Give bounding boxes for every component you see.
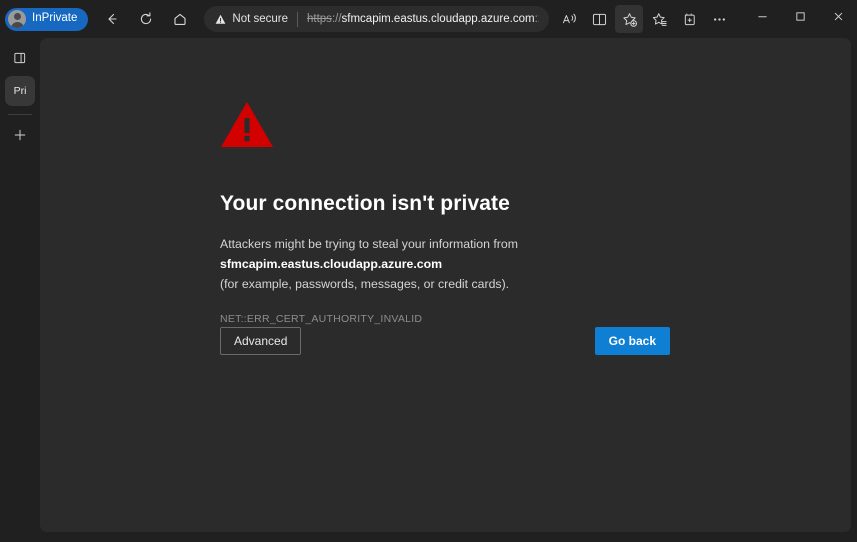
not-secure-indicator[interactable]: Not secure	[214, 13, 288, 26]
add-favorite-icon	[623, 12, 637, 27]
tab-actions-icon	[14, 52, 26, 64]
collections-button[interactable]	[675, 5, 703, 33]
refresh-button[interactable]	[131, 5, 161, 33]
url-separator: ://	[331, 13, 342, 25]
plus-icon	[14, 129, 26, 141]
browser-window: InPrivate Not secure https:// sfmcapim.…	[0, 0, 857, 542]
certificate-error-page: Your connection isn't private Attackers …	[40, 38, 851, 532]
settings-and-more-button[interactable]	[705, 5, 733, 33]
not-secure-label: Not secure	[232, 13, 288, 25]
maximize-button[interactable]	[781, 0, 819, 32]
back-button[interactable]	[97, 5, 127, 33]
error-description-suffix: (for example, passwords, messages, or cr…	[220, 276, 510, 291]
browser-toolbar-right	[555, 5, 733, 33]
read-aloud-icon	[562, 13, 576, 23]
window-controls	[743, 0, 857, 32]
collections-icon	[684, 13, 695, 25]
person-avatar-icon	[8, 10, 26, 28]
ellipsis-icon	[713, 17, 725, 21]
tab-strip-divider	[8, 114, 32, 115]
split-screen-button[interactable]	[585, 5, 613, 33]
navigation-buttons	[97, 5, 195, 33]
url-port: :19080	[534, 13, 540, 25]
home-button[interactable]	[165, 5, 195, 33]
favorites-button[interactable]	[645, 5, 673, 33]
inprivate-label: InPrivate	[32, 12, 78, 25]
error-description-prefix: Attackers might be trying to steal your …	[220, 237, 518, 251]
error-warning-triangle-icon	[220, 100, 690, 155]
close-icon	[834, 12, 842, 20]
add-favorite-button[interactable]	[615, 5, 644, 33]
url-text[interactable]: https :// sfmcapim.eastus.cloudapp.azure…	[307, 13, 539, 25]
refresh-icon	[141, 12, 152, 25]
favorites-star-icon	[652, 12, 667, 26]
url-host: sfmcapim.eastus.cloudapp.azure.com	[341, 13, 535, 25]
url-scheme: https	[307, 13, 332, 25]
arrow-left-icon	[108, 13, 117, 25]
read-aloud-button[interactable]	[555, 5, 583, 33]
minimize-icon	[757, 15, 767, 17]
address-bar-divider	[297, 11, 298, 27]
home-icon	[174, 13, 186, 25]
vertical-tab-strip: Pri	[0, 38, 40, 542]
split-screen-icon	[592, 13, 606, 25]
advanced-button[interactable]: Advanced	[220, 327, 302, 355]
new-tab-button[interactable]	[6, 121, 34, 149]
tab-inprivate-label: Pri	[13, 85, 27, 97]
tab-inprivate[interactable]: Pri	[5, 76, 35, 106]
page-title: Your connection isn't private	[220, 192, 510, 215]
inprivate-profile-pill[interactable]: InPrivate	[5, 7, 89, 31]
warning-triangle-icon	[216, 14, 226, 24]
page-content-area: Your connection isn't private Attackers …	[40, 38, 851, 532]
close-button[interactable]	[819, 0, 857, 32]
minimize-button[interactable]	[743, 0, 781, 32]
error-code: NET::ERR_CERT_AUTHORITY_INVALID	[220, 312, 423, 325]
go-back-button[interactable]: Go back	[594, 327, 670, 355]
error-text-block: Your connection isn't private Attackers …	[220, 100, 690, 325]
browser-titlebar: InPrivate Not secure https:// sfmcapim.…	[0, 0, 857, 38]
error-description-host: sfmcapim.eastus.cloudapp.azure.com	[220, 256, 443, 271]
address-bar[interactable]: Not secure https :// sfmcapim.eastus.clo…	[204, 6, 550, 32]
maximize-icon	[795, 11, 805, 21]
tab-actions-button[interactable]	[6, 44, 34, 72]
error-action-buttons: Advanced Go back	[220, 327, 670, 355]
error-description: Attackers might be trying to steal your …	[220, 235, 690, 295]
